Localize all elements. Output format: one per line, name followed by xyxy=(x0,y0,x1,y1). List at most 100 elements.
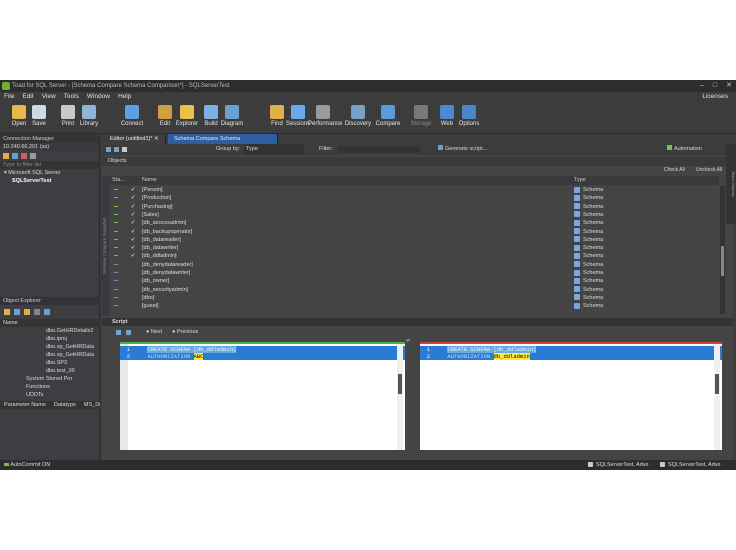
settings-icon[interactable] xyxy=(30,153,36,159)
toolbar-diagram-button[interactable]: Diagram xyxy=(217,104,247,127)
disconnect-icon[interactable] xyxy=(21,153,27,159)
toolbar-discovery-button[interactable]: Discovery xyxy=(343,104,373,127)
menu-view[interactable]: View xyxy=(42,92,56,102)
object-item[interactable]: System Stored Pro xyxy=(26,375,100,383)
row-checkbox[interactable]: ✓ xyxy=(130,236,136,244)
grid-row[interactable]: ✓ [db_backupoperator] Schema xyxy=(102,228,719,236)
next-button[interactable]: ● Next xyxy=(146,327,162,338)
server-selector[interactable]: 10.240.66.201 (sa) xyxy=(0,143,99,151)
previous-button[interactable]: ● Previous xyxy=(172,327,198,338)
menu-tools[interactable]: Tools xyxy=(64,92,79,102)
explorer-tool-icon[interactable] xyxy=(4,309,10,315)
objects-header: Objects xyxy=(102,157,733,166)
group-by-select[interactable]: Type xyxy=(244,144,304,155)
uncheck-all-link[interactable]: Uncheck All xyxy=(696,166,722,175)
row-checkbox[interactable]: ✓ xyxy=(130,211,136,219)
options-icon[interactable] xyxy=(114,147,119,152)
new-connection-icon[interactable] xyxy=(3,153,9,159)
left-script-pane[interactable]: 1 CREATE SCHEMA [db_ddladmin] 2 AUTHORIZ… xyxy=(120,342,405,450)
tab-editor[interactable]: Editor (untitled1)* ✕ xyxy=(104,134,166,144)
connection-status-2[interactable]: SQLServerTest, Adve xyxy=(660,460,721,470)
menu-window[interactable]: Window xyxy=(87,92,110,102)
splitter-handle[interactable]: ⋯ xyxy=(407,386,412,392)
connect-icon xyxy=(125,105,139,119)
automation-button[interactable]: Automation xyxy=(667,144,702,155)
filter-toggle-icon[interactable] xyxy=(122,147,127,152)
object-item[interactable]: dbo.ipmj xyxy=(40,335,100,343)
tab-schema-compare[interactable]: Schema Compare Schema Comparison* ✕ xyxy=(168,134,278,152)
grid-row[interactable]: ✓ [db_datawriter] Schema xyxy=(102,244,719,252)
name-column-header[interactable]: Name xyxy=(142,176,157,185)
grid-row[interactable]: [db_securityadmin] Schema xyxy=(102,286,719,294)
diff-highlight-left: ABC xyxy=(193,353,204,360)
right-pane-scrollbar[interactable] xyxy=(714,344,720,450)
grid-row[interactable]: ✓ [Purchasing] Schema xyxy=(102,203,719,211)
refresh-icon[interactable] xyxy=(12,153,18,159)
script-view-icon[interactable] xyxy=(126,330,131,335)
grid-row[interactable]: ✓ [Sales] Schema xyxy=(102,211,719,219)
object-item[interactable]: dbo.GetHRDetails2 xyxy=(40,327,100,335)
explorer-tool-icon[interactable] xyxy=(14,309,20,315)
toolbar-connect-button[interactable]: Connect xyxy=(117,104,147,127)
menu-help[interactable]: Help xyxy=(118,92,131,102)
window-title: Toad for SQL Server - [Schema Compare Sc… xyxy=(12,83,230,89)
object-item[interactable]: dbo.sp_GetHRData xyxy=(40,351,100,359)
row-checkbox[interactable]: ✓ xyxy=(130,228,136,236)
status-column-header[interactable]: Sta... xyxy=(112,176,125,185)
grid-scrollbar[interactable] xyxy=(720,186,725,314)
grid-row[interactable]: ✓ [db_ddladmin] Schema xyxy=(102,252,719,260)
licenses-menu[interactable]: Licenses xyxy=(702,92,728,102)
close-icon[interactable]: ✕ xyxy=(726,80,732,92)
run-compare-icon[interactable] xyxy=(106,147,111,152)
grid-row[interactable]: [guest] Schema xyxy=(102,302,719,310)
object-explorer-header: Object Explorer xyxy=(0,297,100,305)
left-pane-scrollbar[interactable] xyxy=(397,344,403,450)
script-view-icon[interactable] xyxy=(116,330,121,335)
grid-row[interactable]: ✓ [db_accessadmin] Schema xyxy=(102,219,719,227)
maximize-icon[interactable]: □ xyxy=(713,80,717,92)
menu-file[interactable]: File xyxy=(4,92,14,102)
row-checkbox[interactable]: ✓ xyxy=(130,194,136,202)
tree-item-sql-server[interactable]: ▾ Microsoft SQL Server xyxy=(0,169,99,177)
grid-row[interactable]: [db_denydatareader] Schema xyxy=(102,261,719,269)
row-checkbox[interactable]: ✓ xyxy=(130,252,136,260)
tree-item-sqlservertest[interactable]: SQLServerTest xyxy=(0,177,99,185)
explorer-tool-icon[interactable] xyxy=(24,309,30,315)
grid-row[interactable]: ✓ [Production] Schema xyxy=(102,194,719,202)
menu-edit[interactable]: Edit xyxy=(22,92,33,102)
explorer-tool-icon[interactable] xyxy=(34,309,40,315)
type-column-header[interactable]: Type xyxy=(574,176,586,185)
right-side-panel-tabs[interactable]: Toad / Objects xyxy=(726,144,736,224)
status-indicator-icon xyxy=(114,247,118,249)
toolbar-compare-button[interactable]: Compare xyxy=(373,104,403,127)
object-item[interactable]: dbo.sp_GetHRData xyxy=(40,343,100,351)
generate-script-button[interactable]: Generate script... xyxy=(438,144,487,155)
grid-row[interactable]: ✓ [Person] Schema xyxy=(102,186,719,194)
connection-status-1[interactable]: SQLServerTest, Adve xyxy=(588,460,649,470)
row-checkbox[interactable]: ✓ xyxy=(130,203,136,211)
filter-input[interactable]: Type to filter list xyxy=(0,161,99,169)
row-checkbox[interactable]: ✓ xyxy=(130,186,136,194)
row-checkbox[interactable]: ✓ xyxy=(130,244,136,252)
toolbar-performance-button[interactable]: Performance xyxy=(308,104,342,127)
grid-row[interactable]: [db_owner] Schema xyxy=(102,277,719,285)
object-item[interactable]: dbo.SP3 xyxy=(40,359,100,367)
row-checkbox[interactable]: ✓ xyxy=(130,219,136,227)
object-item[interactable]: dbo.test_99 xyxy=(40,367,100,375)
toolbar-library-button[interactable]: Library xyxy=(74,104,104,127)
name-column-header[interactable]: Name xyxy=(0,319,100,327)
explorer-tool-icon[interactable] xyxy=(44,309,50,315)
grid-row[interactable]: ✓ [db_datareader] Schema xyxy=(102,236,719,244)
minimize-icon[interactable]: – xyxy=(700,80,704,92)
toolbar-options-button[interactable]: Options xyxy=(454,104,484,127)
object-item[interactable]: Functions xyxy=(26,383,100,391)
sync-icon[interactable]: ⇄ xyxy=(406,338,410,344)
right-script-pane[interactable]: 1 CREATE SCHEMA [db_ddladmin] 2 AUTHORIZ… xyxy=(420,342,722,450)
object-item[interactable]: UDDTs xyxy=(26,391,100,399)
check-all-link[interactable]: Check All xyxy=(664,166,685,175)
toolbar-save-button[interactable]: Save xyxy=(24,104,54,127)
grid-row[interactable]: [dbo] Schema xyxy=(102,294,719,302)
filter-input[interactable] xyxy=(338,146,420,153)
grid-row[interactable]: [db_denydatawriter] Schema xyxy=(102,269,719,277)
autocommit-status[interactable]: AutoCommit ON xyxy=(4,460,50,470)
